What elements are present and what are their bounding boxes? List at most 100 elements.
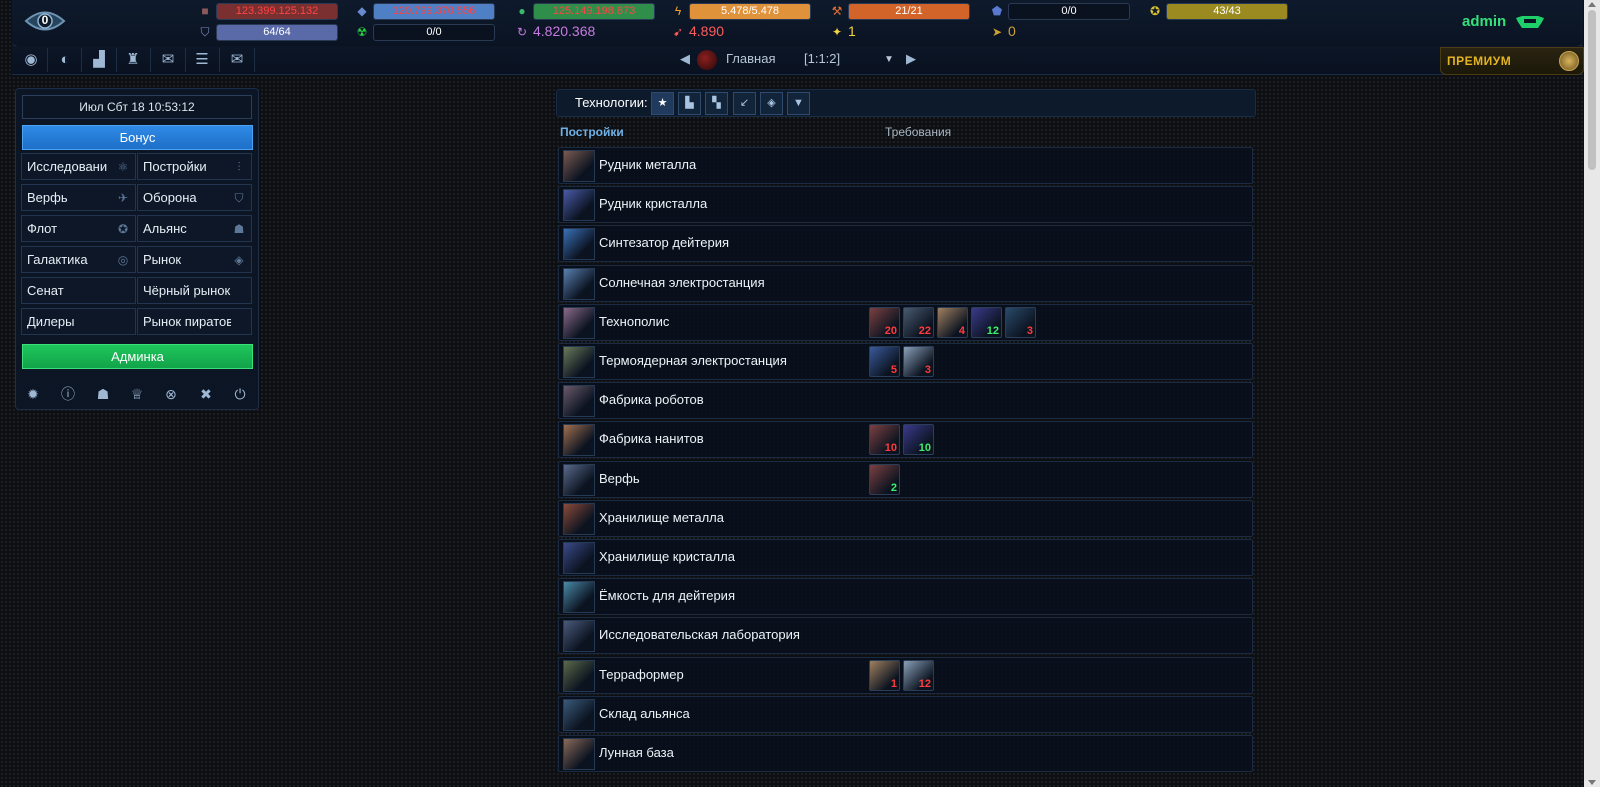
- tech-row[interactable]: Лунная база: [558, 735, 1253, 772]
- resource-bar: 0/0: [373, 24, 495, 41]
- requirement-thumbnail[interactable]: 5: [869, 346, 900, 377]
- sidebar-item-11[interactable]: Дилеры: [21, 308, 136, 335]
- bonus-button[interactable]: Бонус: [22, 125, 253, 150]
- trophy-icon[interactable]: ♜: [120, 50, 146, 70]
- tech-row[interactable]: Хранилище кристалла: [558, 539, 1253, 576]
- requirement-thumbnail[interactable]: 2: [869, 463, 900, 495]
- tab-defense-icon[interactable]: ◈: [760, 92, 783, 115]
- tech-row[interactable]: Ёмкость для дейтерия: [558, 578, 1253, 616]
- username[interactable]: admin: [1462, 13, 1506, 30]
- page-scrollbar[interactable]: [1584, 0, 1600, 787]
- requirement-level: 3: [1026, 324, 1033, 337]
- requirement-thumbnail[interactable]: 22: [903, 306, 934, 338]
- scroll-down-arrow[interactable]: [1588, 780, 1596, 785]
- building-thumbnail[interactable]: [563, 267, 595, 300]
- requirement-thumbnail[interactable]: 20: [869, 306, 900, 338]
- building-thumbnail[interactable]: [563, 463, 595, 496]
- building-thumbnail[interactable]: [563, 502, 595, 535]
- prev-planet-arrow[interactable]: ◀: [680, 51, 690, 67]
- requirement-thumbnail[interactable]: 3: [903, 346, 934, 377]
- building-thumbnail[interactable]: [563, 189, 595, 222]
- sidebar-item-12[interactable]: Рынок пиратов: [137, 308, 252, 335]
- tab-factory-icon[interactable]: ▙: [678, 92, 701, 115]
- building-thumbnail[interactable]: [563, 738, 595, 770]
- tech-row[interactable]: Термоядерная электростанция 5 3: [558, 343, 1253, 380]
- tech-row[interactable]: Фабрика роботов: [558, 382, 1253, 420]
- user-avatar-icon[interactable]: [1512, 12, 1548, 35]
- premium-button[interactable]: ПРЕМИУМ: [1440, 47, 1584, 75]
- users-icon[interactable]: ☗: [92, 383, 114, 405]
- planet-thumbnail[interactable]: [697, 50, 717, 70]
- requirement-thumbnail[interactable]: 4: [937, 306, 968, 338]
- settings-gear-icon[interactable]: ✹: [22, 383, 44, 405]
- tab-research-icon[interactable]: ▚: [705, 92, 728, 115]
- building-name: Термоядерная электростанция: [599, 353, 787, 368]
- building-thumbnail[interactable]: [563, 306, 595, 339]
- tech-row[interactable]: Солнечная электростанция: [558, 264, 1253, 302]
- sidebar-item-7[interactable]: Галактика ◎: [21, 246, 136, 273]
- requirement-thumbnail[interactable]: 12: [903, 659, 934, 691]
- tech-row[interactable]: Фабрика нанитов 10 10: [558, 421, 1253, 459]
- tech-row[interactable]: Рудник кристалла: [558, 186, 1253, 224]
- column-buildings: Постройки: [560, 125, 624, 139]
- arrow-icon: ➤: [991, 25, 1003, 39]
- sidebar-item-8[interactable]: Рынок ◈: [137, 246, 252, 273]
- tab-fleet-icon[interactable]: ↙: [733, 92, 756, 115]
- messages-icon[interactable]: ☰: [189, 50, 215, 70]
- admin-panel-button[interactable]: Админка: [22, 344, 253, 369]
- requirement-thumbnail[interactable]: 3: [1005, 306, 1036, 338]
- planet-coordinates[interactable]: [1:1:2]: [804, 51, 840, 66]
- building-name: Склад альянса: [599, 705, 690, 721]
- next-planet-arrow[interactable]: ▶: [906, 51, 916, 67]
- tech-row[interactable]: Технополис 20 22 4 12 3: [558, 303, 1253, 341]
- technologies-label: Технологии:: [575, 95, 648, 110]
- sidebar-item-4[interactable]: Оборона ⛉: [137, 184, 252, 211]
- overview-eye-icon[interactable]: ◉: [18, 50, 44, 70]
- building-thumbnail[interactable]: [563, 581, 595, 614]
- building-thumbnail[interactable]: [563, 659, 595, 692]
- tab-buildings-star-icon[interactable]: ★: [651, 92, 674, 115]
- chevron-down-icon[interactable]: ▼: [884, 54, 894, 65]
- sidebar-item-9[interactable]: Сенат: [21, 277, 136, 304]
- sidebar-item-10[interactable]: Чёрный рынок: [137, 277, 252, 304]
- tools-icon[interactable]: ✖: [195, 383, 217, 405]
- info-icon[interactable]: ⓘ: [57, 383, 79, 405]
- building-thumbnail[interactable]: [563, 620, 595, 653]
- requirement-thumbnail[interactable]: 12: [971, 306, 1002, 338]
- requirement-thumbnail[interactable]: 10: [903, 424, 934, 456]
- planet-icon[interactable]: ◐: [52, 50, 78, 70]
- building-thumbnail[interactable]: [563, 385, 595, 418]
- requirement-thumbnail[interactable]: 1: [869, 659, 900, 691]
- sidebar-item-2[interactable]: Постройки ⫶: [137, 153, 252, 180]
- building-thumbnail[interactable]: [563, 150, 595, 182]
- scroll-up-arrow[interactable]: [1588, 2, 1596, 7]
- building-thumbnail[interactable]: [563, 346, 595, 378]
- logout-power-icon[interactable]: ⏻: [229, 383, 251, 405]
- building-thumbnail[interactable]: [563, 542, 595, 574]
- tech-row[interactable]: Исследовательская лаборатория: [558, 617, 1253, 655]
- tech-row[interactable]: Склад альянса: [558, 695, 1253, 733]
- statistics-icon[interactable]: ▟: [86, 50, 112, 70]
- sidebar-item-3[interactable]: Верфь ✈: [21, 184, 136, 211]
- requirement-thumbnail[interactable]: 10: [869, 424, 900, 456]
- tech-row[interactable]: Хранилище металла: [558, 499, 1253, 537]
- tech-row[interactable]: Рудник металла: [558, 147, 1253, 184]
- scrollbar-thumb[interactable]: [1588, 10, 1596, 170]
- tech-row[interactable]: Синтезатор дейтерия: [558, 225, 1253, 263]
- sidebar-item-1[interactable]: Исследовани ⚛: [21, 153, 136, 180]
- building-thumbnail[interactable]: [563, 424, 595, 457]
- sidebar-item-6[interactable]: Альянс ☗: [137, 215, 252, 242]
- mail-icon[interactable]: ✉: [224, 50, 250, 70]
- chat-icon[interactable]: ✉: [155, 50, 181, 70]
- medal-icon[interactable]: ♕: [126, 383, 148, 405]
- building-thumbnail[interactable]: [563, 698, 595, 731]
- support-lifebuoy-icon[interactable]: ⊗: [160, 383, 182, 405]
- planet-name[interactable]: Главная: [726, 51, 775, 66]
- sidebar-item-5[interactable]: Флот ✪: [21, 215, 136, 242]
- building-thumbnail[interactable]: [563, 228, 595, 261]
- tech-row[interactable]: Верфь 2: [558, 460, 1253, 498]
- tab-officers-icon[interactable]: ▼: [787, 92, 810, 115]
- notifications-eye-button[interactable]: 0: [24, 6, 66, 36]
- energy-icon: ϟ: [674, 4, 682, 18]
- tech-row[interactable]: Терраформер 1 12: [558, 656, 1253, 694]
